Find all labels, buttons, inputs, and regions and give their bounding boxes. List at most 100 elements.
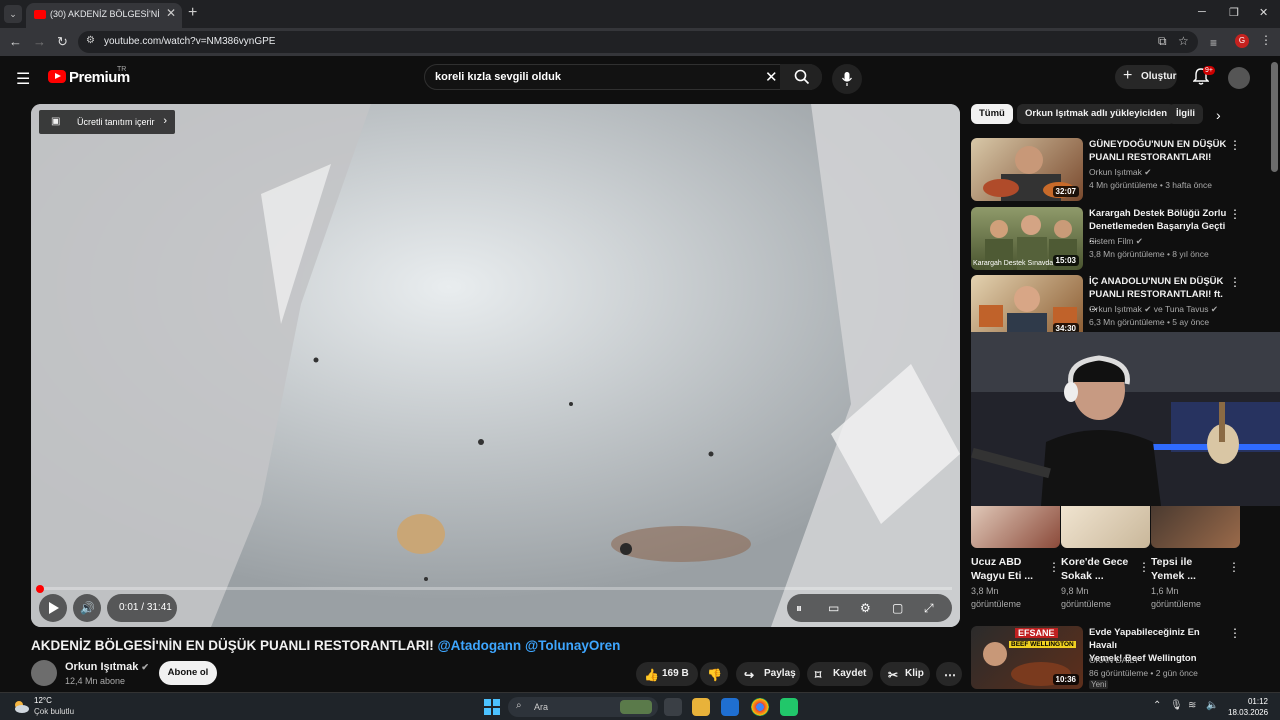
browser-tab[interactable]: (30) AKDENİZ BÖLGESİ'NİN EN ✕ xyxy=(26,3,182,28)
search-box[interactable]: koreli kızla sevgili olduk ✕ xyxy=(424,64,822,90)
more-vertical-icon[interactable]: ⋮ xyxy=(1228,560,1240,574)
save-button[interactable]: ⌑ Kaydet xyxy=(807,662,873,686)
share-button[interactable]: ↪ Paylaş xyxy=(736,662,800,686)
address-bar[interactable]: ⚙ youtube.com/watch?v=NM386vynGPE ⧉ ☆ xyxy=(78,31,1198,53)
account-avatar[interactable] xyxy=(1228,67,1250,89)
weather-condition[interactable]: Çok bulutlu xyxy=(34,707,74,716)
recommendation-channel[interactable]: Sistem Film ✔ xyxy=(1089,236,1143,247)
browser-menu-icon[interactable]: ⋮ xyxy=(1260,33,1272,47)
recommendation-item[interactable]: Karargah Destek Sınavda 15:03 Karargah D… xyxy=(971,207,1251,271)
show-hidden-icons[interactable]: ⌃ xyxy=(1153,700,1161,711)
subscribe-button[interactable]: Abone ol xyxy=(159,661,217,685)
mention-link[interactable]: @TolunayOren xyxy=(525,638,620,653)
recommendation-title[interactable]: GÜNEYDOĞU'NUN EN DÜŞÜK PUANLI RESTORANTLA… xyxy=(1089,138,1229,164)
subtitles-icon[interactable]: ▭ xyxy=(828,601,839,615)
short-views: 3,8 Mn görüntüleme xyxy=(971,585,1060,611)
chip-all[interactable]: Tümü xyxy=(971,104,1013,124)
taskbar-search[interactable]: ⌕ Ara xyxy=(508,697,658,717)
scrubber-handle[interactable] xyxy=(36,585,44,593)
volume-button[interactable]: 🔊 xyxy=(73,594,101,622)
chip-from-uploader[interactable]: Orkun Işıtmak adlı yükleyiciden xyxy=(1017,104,1176,124)
media-controls-icon[interactable]: ≡ xyxy=(1210,36,1217,50)
search-button[interactable] xyxy=(780,64,822,90)
short-thumbnail[interactable] xyxy=(971,506,1060,548)
browser-profile-avatar[interactable]: G xyxy=(1235,34,1249,48)
create-button[interactable]: + Oluştur xyxy=(1115,65,1177,89)
short-thumbnail[interactable] xyxy=(1151,506,1240,548)
chrome-icon[interactable] xyxy=(751,698,769,716)
microphone-tray-icon[interactable]: 🎙 xyxy=(1170,700,1183,711)
play-button[interactable] xyxy=(39,594,67,622)
paid-promotion-notice[interactable]: ▣ Ücretli tanıtım içerir › xyxy=(39,110,175,134)
more-vertical-icon[interactable]: ⋮ xyxy=(1048,560,1060,574)
progress-bar[interactable] xyxy=(39,587,952,590)
recommendation-item[interactable]: 34:30 İÇ ANADOLU'NUN EN DÜŞÜK PUANLI REST… xyxy=(971,275,1251,339)
chevron-right-icon[interactable]: › xyxy=(1216,107,1221,123)
file-explorer-icon[interactable] xyxy=(692,698,710,716)
messaging-app-icon[interactable] xyxy=(780,698,798,716)
speaker-icon[interactable]: 🔈 xyxy=(1206,700,1218,711)
windows-start-icon[interactable] xyxy=(484,699,500,715)
mention-link[interactable]: @Atadogann xyxy=(438,638,522,653)
short-title[interactable]: Kore'de Gece Sokak ... xyxy=(1061,555,1150,583)
more-vertical-icon[interactable]: ⋮ xyxy=(1229,138,1241,152)
more-actions-button[interactable]: ⋯ xyxy=(936,662,962,686)
more-vertical-icon[interactable]: ⋮ xyxy=(1229,626,1241,640)
short-thumbnail[interactable] xyxy=(1061,506,1150,548)
short-item[interactable]: Kore'de Gece Sokak ... 9,8 Mn görüntüleme … xyxy=(1061,506,1150,611)
site-info-icon[interactable]: ⚙ xyxy=(86,35,95,46)
wifi-icon[interactable]: ≋ xyxy=(1188,700,1196,711)
short-item[interactable]: Tepsi ile Yemek ... 1,6 Mn görüntüleme ⋮ xyxy=(1151,506,1240,611)
tab-search-button[interactable]: ⌄ xyxy=(4,5,22,23)
task-view-icon[interactable] xyxy=(664,698,682,716)
tab-close-icon[interactable]: ✕ xyxy=(166,6,176,20)
channel-avatar[interactable] xyxy=(31,660,57,686)
autoplay-toggle-icon[interactable]: ⏸ xyxy=(796,601,802,616)
recommendation-channel[interactable]: Orkun Işıtmak ✔ ve Tuna Tavus ✔ xyxy=(1089,304,1218,315)
weather-temperature[interactable]: 12°C xyxy=(34,696,52,705)
recommendation-item[interactable]: 32:07 GÜNEYDOĞU'NUN EN DÜŞÜK PUANLI RESTO… xyxy=(971,138,1251,202)
page-scrollbar[interactable] xyxy=(1271,62,1278,172)
hamburger-menu-icon[interactable]: ☰ xyxy=(16,69,30,89)
back-button[interactable]: ← xyxy=(9,34,22,49)
clear-search-icon[interactable]: ✕ xyxy=(765,68,778,86)
recommendation-channel[interactable]: Orkun Işıtmak ✔ xyxy=(1089,167,1151,178)
video-thumbnail[interactable]: Karargah Destek Sınavda 15:03 xyxy=(971,207,1083,270)
create-label: Oluştur xyxy=(1141,71,1177,82)
taskbar-clock[interactable]: 01:12 18.03.2026 xyxy=(1228,696,1268,718)
weather-cloud-icon[interactable] xyxy=(12,697,30,715)
minimize-button[interactable]: ─ xyxy=(1198,6,1206,18)
video-thumbnail[interactable]: EFSANE BEEF WELLINGTON 10:36 xyxy=(971,626,1083,689)
window-close-button[interactable]: ✕ xyxy=(1259,6,1268,19)
current-time: 0:01 xyxy=(119,602,139,613)
reload-button[interactable]: ↻ xyxy=(57,34,68,50)
video-player[interactable]: ▣ Ücretli tanıtım içerir › 🔊 0:01 / 31:4… xyxy=(31,104,960,627)
short-item[interactable]: Ucuz ABD Wagyu Eti ... 3,8 Mn görüntüleme … xyxy=(971,506,1060,611)
new-tab-button[interactable]: + xyxy=(188,4,197,22)
install-app-icon[interactable]: ⧉ xyxy=(1158,34,1167,49)
channel-name[interactable]: Orkun Işıtmak ✔ xyxy=(65,661,149,673)
mail-app-icon[interactable] xyxy=(721,698,739,716)
like-button[interactable]: 👍 169 B xyxy=(636,662,698,686)
forward-button[interactable]: → xyxy=(33,34,46,49)
short-title[interactable]: Ucuz ABD Wagyu Eti ... xyxy=(971,555,1060,583)
short-title[interactable]: Tepsi ile Yemek ... xyxy=(1151,555,1240,583)
video-thumbnail[interactable]: 32:07 xyxy=(971,138,1083,201)
recommendation-item[interactable]: EFSANE BEEF WELLINGTON 10:36 Evde Yapabi… xyxy=(971,626,1251,690)
more-vertical-icon[interactable]: ⋮ xyxy=(1138,560,1150,574)
search-input[interactable]: koreli kızla sevgili olduk xyxy=(435,71,561,83)
dislike-button[interactable]: 👎 xyxy=(700,662,728,686)
voice-search-button[interactable] xyxy=(832,64,862,94)
clip-button[interactable]: ✂ Klip xyxy=(880,662,930,686)
recommendation-channel[interactable]: OKAN DAILY xyxy=(1089,655,1139,665)
settings-gear-icon[interactable]: ⚙ xyxy=(860,601,871,615)
more-vertical-icon[interactable]: ⋮ xyxy=(1229,275,1241,289)
youtube-logo-icon[interactable] xyxy=(48,70,66,83)
bookmark-star-icon[interactable]: ☆ xyxy=(1178,34,1189,48)
video-thumbnail[interactable]: 34:30 xyxy=(971,275,1083,338)
maximize-button[interactable]: ❐ xyxy=(1229,6,1239,19)
chip-related[interactable]: İlgili xyxy=(1168,104,1203,124)
theater-mode-icon[interactable]: ▢ xyxy=(892,601,903,615)
fullscreen-icon[interactable]: ⤢ xyxy=(924,601,934,616)
more-vertical-icon[interactable]: ⋮ xyxy=(1229,207,1241,221)
